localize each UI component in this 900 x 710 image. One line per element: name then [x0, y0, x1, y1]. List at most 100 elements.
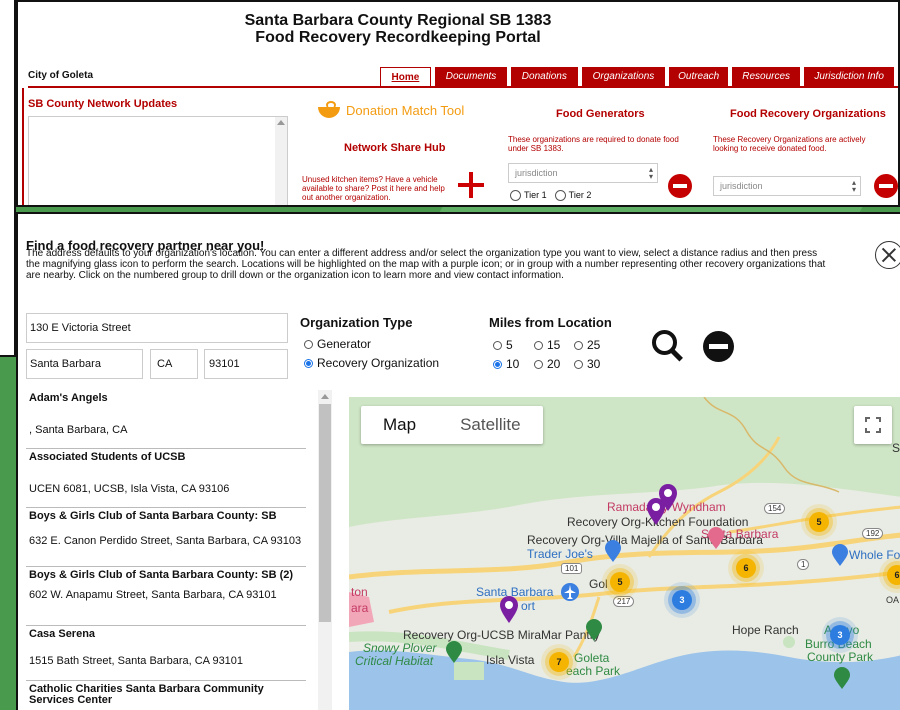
clear-search-icon[interactable] [703, 331, 734, 362]
list-item[interactable]: Boys & Girls Club of Santa Barbara Count… [26, 567, 306, 626]
park-pin-icon [446, 641, 462, 663]
purple-pin-icon[interactable] [645, 497, 667, 527]
title-line-1: Santa Barbara County Regional SB 1383 [244, 12, 552, 29]
recovery-jurisdiction-select[interactable]: jurisdiction ▴ ▾ [713, 176, 861, 196]
map-view[interactable]: Map Satellite Ramada by Wyndham Santa Ba… [349, 397, 900, 710]
select-arrows-icon: ▴ ▾ [851, 178, 856, 194]
result-name[interactable]: Catholic Charities Santa Barbara Communi… [29, 684, 304, 706]
map-label-ton: ton [351, 585, 368, 599]
miles-10-radio[interactable]: 10 [493, 357, 519, 371]
nav-home[interactable]: Home [380, 67, 431, 87]
map-label-hwy154: 154 [764, 503, 786, 514]
miles-15-radio[interactable]: 15 [534, 338, 560, 352]
share-hub-description: Unused kitchen items? Have a vehicle ava… [302, 175, 445, 202]
result-address: 632 E. Canon Perdido Street, Santa Barba… [29, 535, 302, 547]
result-name[interactable]: Associated Students of UCSB [29, 452, 304, 463]
state-input[interactable]: CA [150, 349, 198, 379]
search-icon[interactable] [652, 330, 684, 362]
airport-icon [561, 583, 579, 601]
result-name[interactable]: Casa Serena [29, 629, 304, 640]
map-label-oa: OA [886, 595, 900, 605]
list-item[interactable]: Casa Serena 1515 Bath Street, Santa Barb… [26, 626, 306, 681]
finder-instructions: The address defaults to your organizatio… [26, 248, 826, 281]
result-name[interactable]: Boys & Girls Club of Santa Barbara Count… [29, 511, 304, 522]
miles-25-radio[interactable]: 25 [574, 338, 600, 352]
map-type-control: Map Satellite [361, 406, 543, 444]
bowl-icon [318, 101, 340, 119]
scroll-thumb[interactable] [319, 404, 331, 622]
scroll-up-arrow-icon[interactable] [277, 120, 285, 125]
map-cluster[interactable]: 3 [830, 625, 850, 645]
network-updates-box[interactable] [28, 116, 288, 205]
fullscreen-button[interactable] [854, 406, 892, 444]
result-address: UCEN 6081, UCSB, Isla Vista, CA 93106 [29, 483, 230, 495]
org-type-recovery-radio[interactable]: Recovery Organization [304, 356, 439, 370]
hotel-pin-icon [708, 527, 724, 549]
result-name[interactable]: Adam's Angels [29, 393, 304, 404]
scroll-up-arrow-icon[interactable] [321, 394, 329, 399]
list-item[interactable]: Boys & Girls Club of Santa Barbara Count… [26, 508, 306, 567]
map-label-snowy-plover-1: Snowy Plover [363, 641, 437, 655]
nav-documents[interactable]: Documents [434, 67, 508, 86]
updates-scrollbar[interactable] [275, 117, 287, 205]
miles-label: Miles from Location [489, 315, 612, 330]
list-item[interactable]: Catholic Charities Santa Barbara Communi… [26, 681, 306, 710]
tab-satellite[interactable]: Satellite [438, 406, 542, 444]
map-label-miramar: Recovery Org-UCSB MiraMar Pantry [403, 628, 600, 642]
generator-jurisdiction-select[interactable]: jurisdiction ▴ ▾ [508, 163, 658, 183]
nav-resources[interactable]: Resources [731, 67, 801, 86]
tier1-radio[interactable]: Tier 1 [510, 190, 547, 202]
results-list[interactable]: Adam's Angels , Santa Barbara, CA Associ… [26, 390, 332, 710]
finder-panel: Find a food recovery partner near you! T… [16, 212, 900, 710]
food-generators-description: These organizations are required to dona… [508, 135, 679, 153]
nav-organizations[interactable]: Organizations [581, 67, 666, 86]
portal-header-panel: Santa Barbara County Regional SB 1383 Fo… [16, 0, 900, 207]
fullscreen-icon [865, 417, 881, 433]
results-scrollbar[interactable] [318, 390, 332, 710]
title-line-2: Food Recovery Recordkeeping Portal [255, 29, 541, 46]
map-label-trader-joes: Trader Joe's [527, 547, 593, 561]
street-input[interactable]: 130 E Victoria Street [26, 313, 288, 343]
recovery-clear-icon[interactable] [874, 174, 898, 198]
generator-clear-icon[interactable] [668, 174, 692, 198]
add-post-plus-icon[interactable] [458, 172, 484, 198]
left-panel-edge [0, 0, 16, 357]
nav-underline [28, 86, 898, 88]
map-cluster[interactable]: 5 [809, 512, 829, 532]
generator-jurisdiction-value: jurisdiction [515, 168, 558, 178]
list-item[interactable]: Associated Students of UCSB UCEN 6081, U… [26, 449, 306, 508]
miles-30-radio[interactable]: 30 [574, 357, 600, 371]
org-type-generator-radio[interactable]: Generator [304, 337, 371, 351]
food-generators-title: Food Generators [556, 108, 645, 120]
nav-outreach[interactable]: Outreach [669, 67, 728, 86]
miles-20-radio[interactable]: 20 [534, 357, 560, 371]
content-frame-edge [22, 88, 24, 205]
zip-input[interactable]: 93101 [204, 349, 288, 379]
miles-5-radio[interactable]: 5 [493, 338, 513, 352]
nav-donations[interactable]: Donations [511, 67, 578, 86]
close-icon[interactable] [875, 241, 900, 269]
donation-match-tool-label: Donation Match Tool [346, 102, 465, 118]
map-cluster[interactable]: 5 [610, 572, 630, 592]
city-name: City of Goleta [28, 70, 94, 81]
purple-pin-icon[interactable] [498, 595, 520, 625]
result-address: , Santa Barbara, CA [29, 424, 128, 436]
shopping-pin-icon [605, 540, 621, 562]
map-label-villa-majella: Recovery Org-Villa Majella of Santa Barb… [527, 533, 763, 547]
map-cluster[interactable]: 6 [887, 565, 900, 585]
map-label-snowy-plover-2: Critical Habitat [355, 654, 434, 668]
donation-match-tool-link[interactable]: Donation Match Tool [318, 101, 464, 119]
result-address: 1515 Bath Street, Santa Barbara, CA 9310… [29, 655, 244, 667]
shopping-pin-icon [832, 544, 848, 566]
tier2-radio[interactable]: Tier 2 [554, 190, 591, 202]
result-name[interactable]: Boys & Girls Club of Santa Barbara Count… [29, 570, 304, 581]
tab-map[interactable]: Map [361, 406, 438, 444]
city-input[interactable]: Santa Barbara [26, 349, 143, 379]
map-cluster[interactable]: 6 [736, 558, 756, 578]
map-cluster[interactable]: 7 [549, 652, 569, 672]
list-item[interactable]: Adam's Angels , Santa Barbara, CA [26, 390, 306, 449]
select-arrows-icon: ▴ ▾ [648, 165, 653, 181]
nav-jurisdiction-info[interactable]: Jurisdiction Info [804, 67, 894, 86]
map-cluster[interactable]: 3 [672, 590, 692, 610]
org-type-label: Organization Type [300, 315, 413, 330]
